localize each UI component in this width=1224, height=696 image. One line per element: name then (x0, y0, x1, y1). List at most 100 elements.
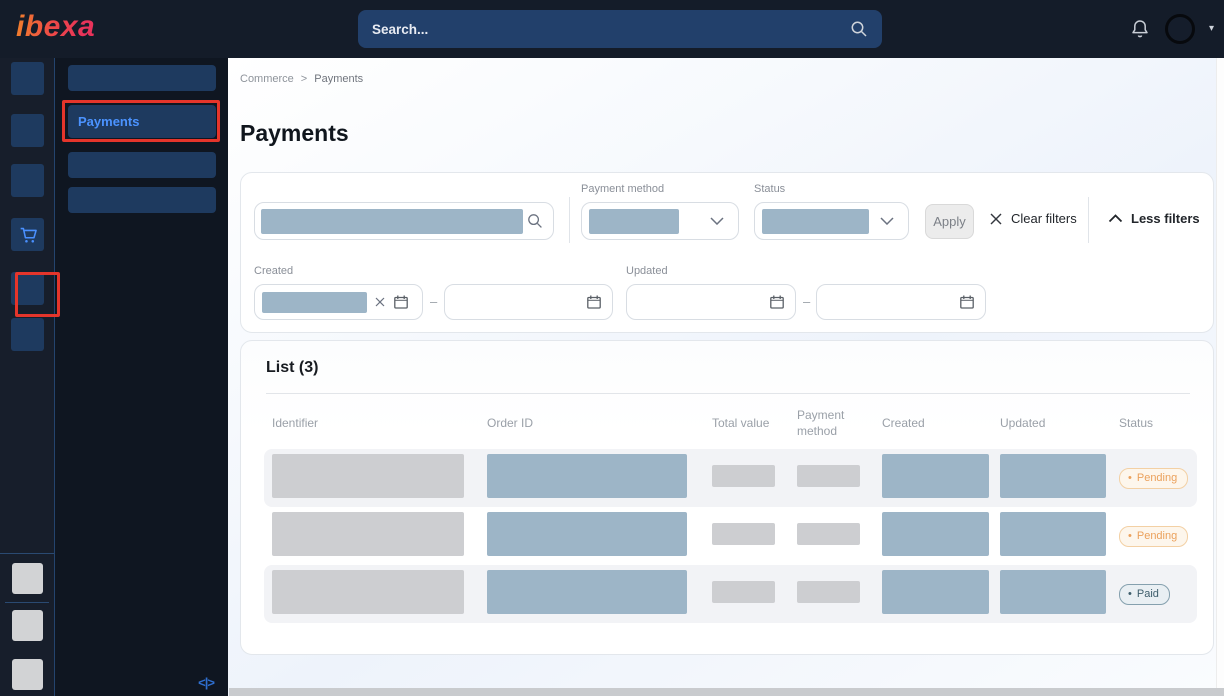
col-updated: Updated (992, 416, 1111, 432)
chevron-down-icon (710, 217, 724, 225)
breadcrumb-payments: Payments (314, 73, 363, 85)
col-status: Status (1111, 416, 1190, 432)
payment-method-label: Payment method (581, 183, 664, 195)
table-row[interactable]: Paid (264, 565, 1197, 623)
table-row[interactable]: Pending (264, 449, 1197, 507)
placeholder-block (1000, 454, 1106, 498)
placeholder-block (589, 209, 679, 234)
submenu-item-label: Payments (78, 114, 139, 129)
placeholder-block (712, 465, 775, 487)
placeholder-block (1000, 570, 1106, 614)
chevron-down-icon (880, 217, 894, 225)
created-from-date-input[interactable] (254, 284, 423, 320)
nav-item-5[interactable] (11, 272, 44, 305)
submenu-item-3[interactable] (68, 152, 216, 178)
col-created: Created (874, 416, 992, 432)
range-dash: – (430, 294, 437, 309)
placeholder-block (882, 512, 989, 556)
updated-to-date-input[interactable] (816, 284, 986, 320)
calendar-icon[interactable] (769, 294, 785, 310)
vertical-scrollbar[interactable] (1216, 58, 1224, 696)
search-icon[interactable] (850, 20, 868, 38)
breadcrumb-separator: > (301, 73, 307, 85)
placeholder-block (797, 523, 860, 545)
col-order-id: Order ID (479, 416, 704, 432)
search-input[interactable] (372, 22, 850, 37)
filter-search-input[interactable] (254, 202, 554, 240)
updated-label: Updated (626, 265, 668, 277)
placeholder-block (262, 292, 367, 313)
clear-filters-button[interactable]: Clear filters (989, 211, 1077, 226)
nav-item-commerce[interactable] (11, 218, 44, 251)
placeholder-block (261, 209, 523, 234)
placeholder-block (1000, 512, 1106, 556)
placeholder-block (487, 454, 687, 498)
status-badge: Pending (1119, 468, 1188, 489)
list-divider (266, 393, 1190, 394)
secondary-sidebar: Payments <|> (54, 58, 228, 696)
table-header: Identifier Order ID Total value Payment … (264, 401, 1197, 446)
placeholder-block (272, 570, 464, 614)
clear-filters-label: Clear filters (1011, 211, 1077, 226)
calendar-icon[interactable] (586, 294, 602, 310)
nav-item-3[interactable] (11, 164, 44, 197)
notifications-bell-icon[interactable] (1129, 17, 1151, 41)
placeholder-block (272, 454, 464, 498)
page-title: Payments (240, 120, 349, 147)
updated-from-date-input[interactable] (626, 284, 796, 320)
user-menu-caret-icon[interactable]: ▾ (1209, 24, 1214, 34)
placeholder-block (882, 454, 989, 498)
screen: ibexa ▾ (0, 0, 1224, 696)
col-identifier: Identifier (264, 416, 479, 432)
placeholder-block (272, 512, 464, 556)
placeholder-block (762, 209, 869, 234)
apply-button[interactable]: Apply (925, 204, 974, 239)
breadcrumb-commerce[interactable]: Commerce (240, 73, 294, 85)
payments-list-panel: List (3) Identifier Order ID Total value… (240, 340, 1214, 655)
breadcrumb: Commerce > Payments (240, 73, 363, 85)
status-select[interactable] (754, 202, 909, 240)
clear-date-icon[interactable] (375, 297, 385, 307)
ibexa-logo[interactable]: ibexa (16, 10, 95, 44)
status-label: Status (754, 183, 785, 195)
primary-sidebar (0, 58, 54, 696)
filter-divider-2 (1088, 197, 1089, 243)
nav-item-1[interactable] (11, 62, 44, 95)
submenu-item-1[interactable] (68, 65, 216, 91)
calendar-icon[interactable] (393, 294, 409, 310)
placeholder-block (882, 570, 989, 614)
created-to-date-input[interactable] (444, 284, 613, 320)
nav-item-6[interactable] (11, 318, 44, 351)
global-search[interactable] (358, 10, 882, 48)
submenu-item-payments[interactable]: Payments (68, 105, 216, 138)
status-badge: Pending (1119, 526, 1188, 547)
bottom-nav-item-2[interactable] (12, 610, 43, 641)
less-filters-label: Less filters (1131, 211, 1200, 226)
placeholder-block (797, 465, 860, 487)
list-title: List (3) (266, 359, 318, 377)
filter-search-icon[interactable] (527, 213, 543, 229)
range-dash-2: – (803, 294, 810, 309)
status-badge: Paid (1119, 584, 1170, 605)
bottom-nav-item-3[interactable] (12, 659, 43, 690)
less-filters-button[interactable]: Less filters (1108, 211, 1200, 226)
shopping-cart-icon (17, 224, 39, 246)
sidebar-divider (0, 553, 54, 554)
col-total-value: Total value (704, 416, 789, 432)
sidebar-collapse-icon[interactable]: <|> (198, 675, 214, 690)
submenu-item-4[interactable] (68, 187, 216, 213)
payment-method-select[interactable] (581, 202, 739, 240)
table-row[interactable]: Pending (264, 507, 1197, 565)
placeholder-block (797, 581, 860, 603)
bottom-nav-item-1[interactable] (12, 563, 43, 594)
created-label: Created (254, 265, 293, 277)
placeholder-block (712, 581, 775, 603)
nav-item-2[interactable] (11, 114, 44, 147)
horizontal-scrollbar[interactable] (229, 688, 1224, 696)
top-bar: ibexa ▾ (0, 0, 1224, 58)
placeholder-block (487, 570, 687, 614)
calendar-icon[interactable] (959, 294, 975, 310)
placeholder-block (712, 523, 775, 545)
filters-panel: Payment method Status Apply (240, 172, 1214, 333)
user-avatar[interactable] (1165, 14, 1195, 44)
